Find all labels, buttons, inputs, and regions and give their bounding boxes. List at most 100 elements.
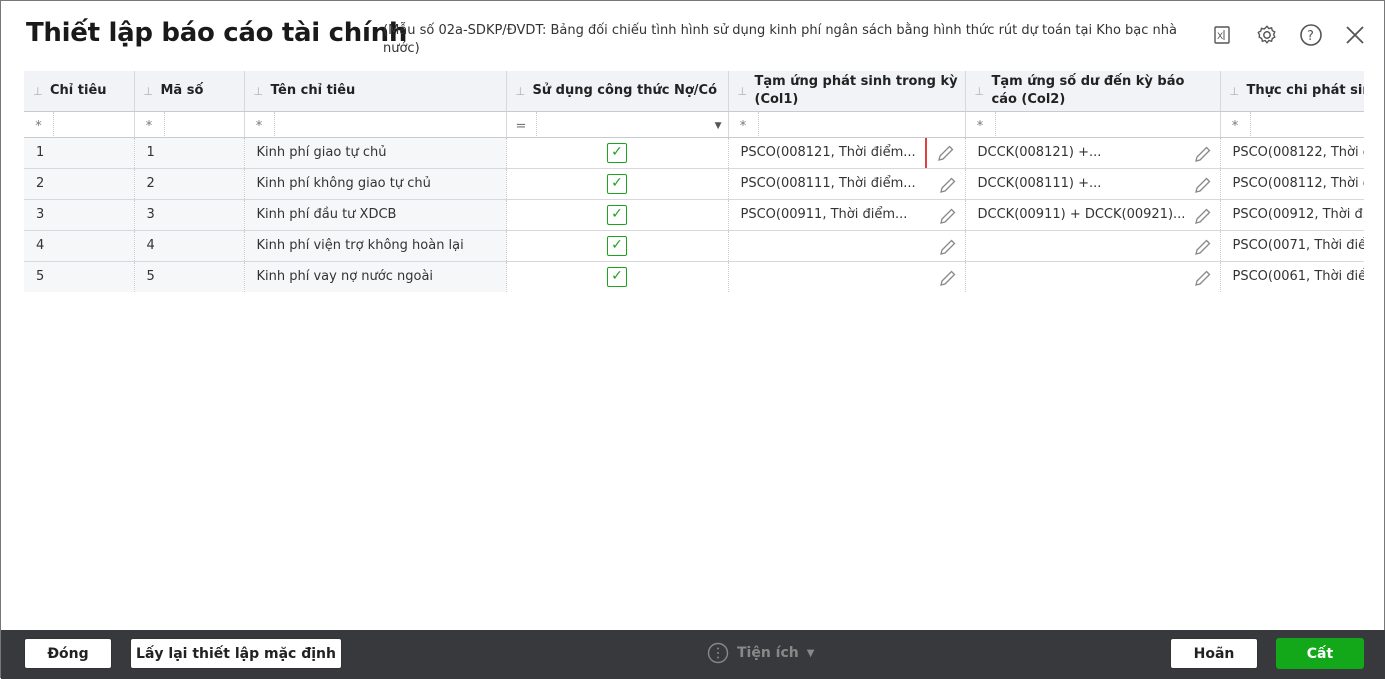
filter-cell[interactable]: = ▼: [506, 111, 729, 138]
filter-operator[interactable]: *: [1221, 111, 1251, 138]
edit-pencil-icon[interactable]: [1192, 205, 1214, 227]
save-button[interactable]: Cất: [1276, 638, 1364, 669]
column-label: Tạm ứng phát sinh trong kỳ (Col1): [754, 73, 958, 107]
cell-use-formula: ✓: [506, 199, 729, 231]
help-icon[interactable]: ?: [1299, 23, 1323, 47]
cell-ten-chi-tieu: Kinh phí giao tự chủ: [244, 137, 507, 169]
filter-operator[interactable]: *: [135, 111, 165, 138]
column-label: Thực chi phát sin (Col3): [1246, 82, 1365, 98]
gear-icon[interactable]: [1255, 23, 1279, 47]
column-header-col2[interactable]: ⊥ Tạm ứng số dư đến kỳ báo cáo (Col2): [965, 71, 1221, 112]
excel-icon[interactable]: X: [1210, 23, 1234, 47]
column-header-col1[interactable]: ⊥ Tạm ứng phát sinh trong kỳ (Col1): [728, 71, 966, 112]
cell-ma-so: 4: [134, 230, 245, 262]
pin-icon[interactable]: ⊥: [975, 83, 985, 101]
filter-cell[interactable]: *: [965, 111, 1221, 138]
reset-default-button[interactable]: Lấy lại thiết lập mặc định: [130, 638, 342, 669]
pin-icon[interactable]: ⊥: [254, 83, 264, 101]
column-header-ten-chi-tieu[interactable]: ⊥ Tên chỉ tiêu: [244, 71, 507, 112]
edit-pencil-icon[interactable]: [924, 137, 964, 167]
cell-col2: DCCK(00911) + DCCK(00921)...: [965, 199, 1221, 231]
dropdown-arrow-icon[interactable]: ▼: [715, 121, 722, 131]
filter-cell[interactable]: *: [1220, 111, 1364, 138]
close-icon[interactable]: [1343, 23, 1367, 47]
cell-col1: [728, 230, 966, 262]
filter-operator[interactable]: *: [729, 111, 759, 138]
cell-use-formula: ✓: [506, 168, 729, 200]
checkbox-checked[interactable]: ✓: [607, 173, 627, 194]
filter-cell[interactable]: *: [24, 111, 135, 138]
info-icon: [707, 642, 729, 664]
filter-operator[interactable]: *: [966, 111, 996, 138]
pin-icon[interactable]: ⊥: [33, 83, 43, 101]
column-header-col3[interactable]: ⊥ Thực chi phát sin (Col3): [1220, 71, 1365, 112]
filter-operator[interactable]: *: [245, 111, 275, 138]
column-header-chi-tieu[interactable]: ⊥ Chỉ tiêu: [24, 71, 135, 112]
column-label: Sử dụng công thức Nợ/Có: [532, 82, 718, 98]
cell-ma-so: 1: [134, 137, 245, 169]
checkbox-checked[interactable]: ✓: [607, 235, 627, 256]
checkbox-checked[interactable]: ✓: [607, 142, 627, 163]
filter-operator[interactable]: =: [507, 111, 537, 138]
cell-ten-chi-tieu: Kinh phí viện trợ không hoàn lại: [244, 230, 507, 262]
column-header-use-formula[interactable]: ⊥ Sử dụng công thức Nợ/Có: [506, 71, 729, 112]
cell-col1: [728, 261, 966, 292]
pin-icon[interactable]: ⊥: [1230, 83, 1240, 101]
pin-icon[interactable]: ⊥: [738, 83, 748, 101]
dialog-header: Thiết lập báo cáo tài chính (Mẫu số 02a-…: [1, 1, 1385, 69]
cell-col2: DCCK(008121) +...: [965, 137, 1221, 169]
close-button[interactable]: Đóng: [24, 638, 112, 669]
table-row[interactable]: 1 1 Kinh phí giao tự chủ ✓ PSCO(008121, Thời…: [24, 137, 1364, 169]
cell-col3: PSCO(0061, Thời điể: [1220, 261, 1364, 292]
column-header-ma-so[interactable]: ⊥ Mã số: [134, 71, 245, 112]
edit-pencil-icon[interactable]: [1192, 143, 1214, 165]
pin-icon[interactable]: ⊥: [516, 83, 526, 101]
edit-pencil-icon[interactable]: [937, 174, 959, 196]
edit-pencil-icon[interactable]: [937, 267, 959, 289]
cell-chi-tieu: 2: [24, 168, 135, 200]
formula-text: DCCK(00911) + DCCK(00921)...: [977, 207, 1186, 222]
edit-pencil-icon[interactable]: [1192, 267, 1214, 289]
cell-ma-so: 3: [134, 199, 245, 231]
table-row[interactable]: 5 5 Kinh phí vay nợ nước ngoài ✓ PSCO(0061, …: [24, 261, 1364, 292]
cell-col2: [965, 261, 1221, 292]
utilities-label: Tiện ích: [737, 645, 799, 661]
utilities-menu[interactable]: Tiện ích ▼: [707, 642, 814, 664]
cell-chi-tieu: 4: [24, 230, 135, 262]
cell-ten-chi-tieu: Kinh phí đầu tư XDCB: [244, 199, 507, 231]
cell-col3: PSCO(0071, Thời điể: [1220, 230, 1364, 262]
caret-down-icon: ▼: [806, 647, 815, 659]
edit-pencil-icon[interactable]: [937, 236, 959, 258]
cell-ma-so: 2: [134, 168, 245, 200]
table-row[interactable]: 2 2 Kinh phí không giao tự chủ ✓ PSCO(008111…: [24, 168, 1364, 200]
page-title: Thiết lập báo cáo tài chính: [26, 18, 408, 48]
edit-pencil-icon[interactable]: [1192, 236, 1214, 258]
table-row[interactable]: 3 3 Kinh phí đầu tư XDCB ✓ PSCO(00911, Thời …: [24, 199, 1364, 231]
cancel-button[interactable]: Hoãn: [1170, 638, 1258, 669]
column-label: Tên chỉ tiêu: [270, 82, 356, 98]
column-label: Chỉ tiêu: [50, 82, 107, 98]
cell-col1: PSCO(00911, Thời điểm...: [728, 199, 966, 231]
filter-cell[interactable]: *: [244, 111, 507, 138]
cell-chi-tieu: 1: [24, 137, 135, 169]
checkbox-checked[interactable]: ✓: [607, 266, 627, 287]
column-label: Mã số: [160, 82, 204, 98]
cell-ten-chi-tieu: Kinh phí vay nợ nước ngoài: [244, 261, 507, 292]
cell-use-formula: ✓: [506, 137, 729, 169]
edit-pencil-icon[interactable]: [937, 205, 959, 227]
formula-text: PSCO(008111, Thời điểm...: [740, 176, 916, 191]
formula-text: DCCK(008121) +...: [977, 145, 1102, 160]
filter-cell[interactable]: *: [728, 111, 966, 138]
formula-text: DCCK(008111) +...: [977, 176, 1102, 191]
pin-icon[interactable]: ⊥: [144, 83, 154, 101]
checkbox-checked[interactable]: ✓: [607, 204, 627, 225]
cell-use-formula: ✓: [506, 261, 729, 292]
cell-col3: PSCO(008122, Thời đ: [1220, 137, 1364, 169]
table-row[interactable]: 4 4 Kinh phí viện trợ không hoàn lại ✓ PSCO(…: [24, 230, 1364, 262]
filter-cell[interactable]: *: [134, 111, 245, 138]
svg-text:?: ?: [1307, 29, 1314, 44]
cell-col1: PSCO(008121, Thời điểm...: [728, 137, 966, 169]
cell-col3: PSCO(008112, Thời đ: [1220, 168, 1364, 200]
edit-pencil-icon[interactable]: [1192, 174, 1214, 196]
filter-operator[interactable]: *: [24, 111, 54, 138]
